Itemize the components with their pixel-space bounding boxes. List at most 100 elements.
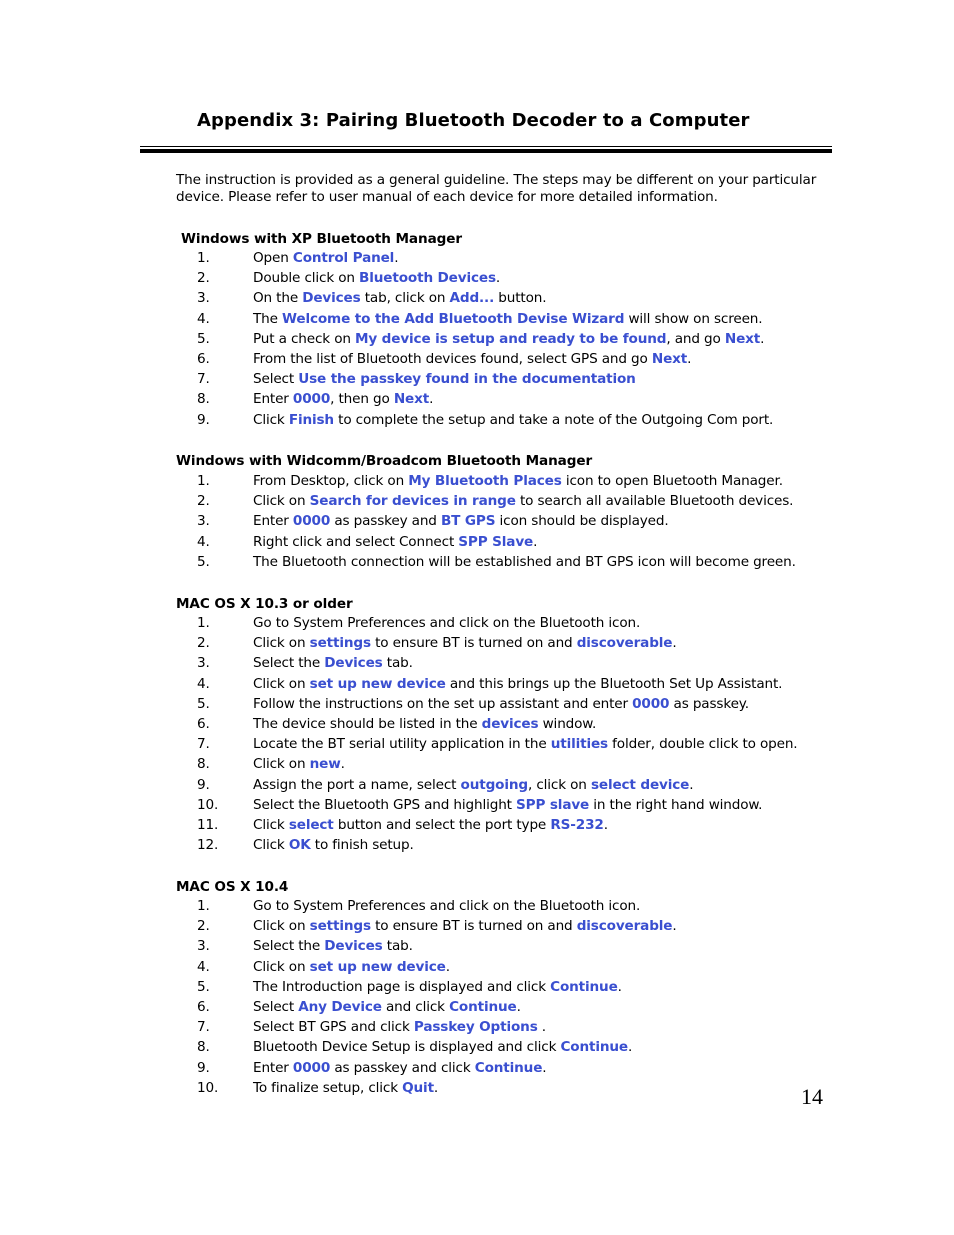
step-text-segment: Open — [253, 250, 293, 266]
step-text: Assign the port a name, select outgoing,… — [253, 775, 694, 795]
step-text: Double click on Bluetooth Devices. — [253, 268, 500, 288]
step-text-segment: . — [537, 1019, 546, 1036]
step-text-segment: tab, click on — [360, 290, 450, 307]
step-number: 5. — [197, 330, 210, 347]
step-text-segment: and click — [381, 998, 450, 1015]
highlighted-term: Search for devices in range — [309, 493, 516, 510]
step-number: 3. — [197, 655, 210, 672]
step-text-segment: as passkey and — [330, 513, 441, 530]
step-text-segment: . — [672, 918, 677, 935]
step-text: Open Control Panel. — [253, 248, 399, 268]
list-item: 7. Select Use the passkey found in the do… — [176, 369, 856, 389]
step-text-segment: icon should be displayed. — [495, 513, 669, 530]
step-text: To finalize setup, click Quit. — [253, 1078, 438, 1098]
highlighted-term: select — [288, 816, 334, 833]
step-number: 4. — [197, 310, 210, 327]
step-number: 7. — [197, 371, 210, 388]
step-text-segment: . — [672, 635, 677, 652]
step-number: 4. — [197, 533, 210, 550]
section-heading-mac-104: MAC OS X 10.4 — [176, 879, 289, 895]
highlighted-term: BT GPS — [440, 513, 496, 530]
step-number: 5. — [197, 553, 210, 570]
section-heading-xp: Windows with XP Bluetooth Manager — [181, 231, 462, 247]
step-text: Enter 0000 as passkey and click Continue… — [253, 1058, 547, 1078]
steps-list-mac-103: 1. Go to System Preferences and click on … — [176, 613, 856, 855]
step-text-segment: Click on — [253, 756, 310, 773]
step-text: Click on set up new device and this brin… — [253, 674, 782, 694]
step-text-segment: Enter — [253, 513, 293, 530]
highlighted-term: Next — [724, 330, 761, 347]
list-item: 3. Select the Devices tab. — [176, 653, 856, 673]
steps-list-xp: 1. Open Control Panel. 2. Double click on B… — [176, 248, 856, 430]
step-number: 10. — [197, 796, 219, 813]
highlighted-term: Devices — [324, 655, 383, 672]
intro-paragraph: The instruction is provided as a general… — [176, 172, 817, 205]
step-text-segment: Right click and select Connect — [253, 533, 459, 550]
list-item: 10. To finalize setup, click Quit. — [176, 1078, 856, 1098]
step-text-segment: to complete the setup and take a note of… — [333, 411, 774, 428]
step-number: 12. — [197, 837, 219, 854]
step-text-segment: Select the — [253, 655, 325, 672]
list-item: 7. Locate the BT serial utility applicati… — [176, 734, 856, 754]
list-item: 11. Click select button and select the po… — [176, 815, 856, 835]
list-item: 4. Right click and select Connect SPP Sla… — [176, 532, 856, 552]
step-text: On the Devices tab, click on Add... butt… — [253, 288, 547, 308]
list-item: 1. From Desktop, click on My Bluetooth Pl… — [176, 471, 856, 491]
step-text: Select Use the passkey found in the docu… — [253, 369, 636, 389]
highlighted-term: Use the passkey found in the documentati… — [298, 371, 636, 388]
step-text: Locate the BT serial utility application… — [253, 734, 798, 754]
list-item: 8. Enter 0000, then go Next. — [176, 389, 856, 409]
highlighted-term: Continue — [560, 1039, 628, 1056]
step-text-segment: , then go — [330, 391, 394, 408]
step-text-segment: Click on — [253, 918, 310, 935]
step-text-segment: Select BT GPS and click — [253, 1019, 414, 1036]
highlighted-term: Devices — [302, 290, 361, 307]
step-text-segment: Put a check on — [253, 330, 355, 347]
step-text-segment: Click on — [253, 493, 310, 510]
step-text-segment: Enter — [253, 391, 293, 408]
highlighted-term: discoverable — [576, 918, 673, 935]
highlighted-term: set up new device — [309, 958, 446, 975]
step-text-segment: folder, double click to open. — [608, 736, 798, 753]
step-text-segment: button and select the port type — [333, 816, 551, 833]
step-text-segment: in the right hand window. — [589, 796, 763, 813]
step-number: 9. — [197, 776, 210, 793]
step-text-segment: Select — [253, 998, 299, 1015]
step-text-segment: . — [394, 250, 399, 266]
list-item: 3. On the Devices tab, click on Add... bu… — [176, 288, 856, 308]
list-item: 2. Double click on Bluetooth Devices. — [176, 268, 856, 288]
list-item: 2. Click on Search for devices in range t… — [176, 491, 856, 511]
step-text-segment: as passkey and click — [330, 1059, 475, 1076]
step-text: The Introduction page is displayed and c… — [253, 977, 622, 997]
divider-thick-line — [140, 149, 832, 153]
highlighted-term: utilities — [550, 736, 608, 753]
step-text-segment: Click — [253, 816, 289, 833]
step-text: The Bluetooth connection will be establi… — [253, 552, 796, 572]
step-number: 2. — [197, 270, 210, 287]
list-item: 2. Click on settings to ensure BT is turn… — [176, 916, 856, 936]
steps-list-widcomm: 1. From Desktop, click on My Bluetooth Pl… — [176, 471, 856, 572]
step-text-segment: Enter — [253, 1059, 293, 1076]
step-text-segment: . — [542, 1059, 547, 1076]
step-number: 2. — [197, 493, 210, 510]
highlighted-term: set up new device — [309, 675, 446, 692]
step-text-segment: Select the Bluetooth GPS and highlight — [253, 796, 517, 813]
step-text: Click on new. — [253, 754, 345, 774]
highlighted-term: settings — [309, 635, 371, 652]
highlighted-term: Control Panel — [292, 250, 395, 266]
highlighted-term: Continue — [449, 998, 517, 1015]
step-text: Enter 0000 as passkey and BT GPS icon sh… — [253, 511, 669, 531]
step-number: 1. — [197, 615, 210, 631]
step-text-segment: Click — [253, 411, 289, 428]
step-text: Go to System Preferences and click on th… — [253, 613, 640, 633]
step-text-segment: Follow the instructions on the set up as… — [253, 695, 633, 712]
step-number: 4. — [197, 958, 210, 975]
highlighted-term: My Bluetooth Places — [408, 473, 562, 489]
step-text-segment: . — [340, 756, 345, 773]
list-item: 5. The Introduction page is displayed and… — [176, 977, 856, 997]
step-text: Click OK to finish setup. — [253, 835, 414, 855]
highlighted-term: Devices — [324, 938, 383, 955]
step-text-segment: Go to System Preferences and click on th… — [253, 898, 641, 914]
step-text: Click on set up new device. — [253, 957, 450, 977]
page-number: 14 — [801, 1084, 823, 1109]
